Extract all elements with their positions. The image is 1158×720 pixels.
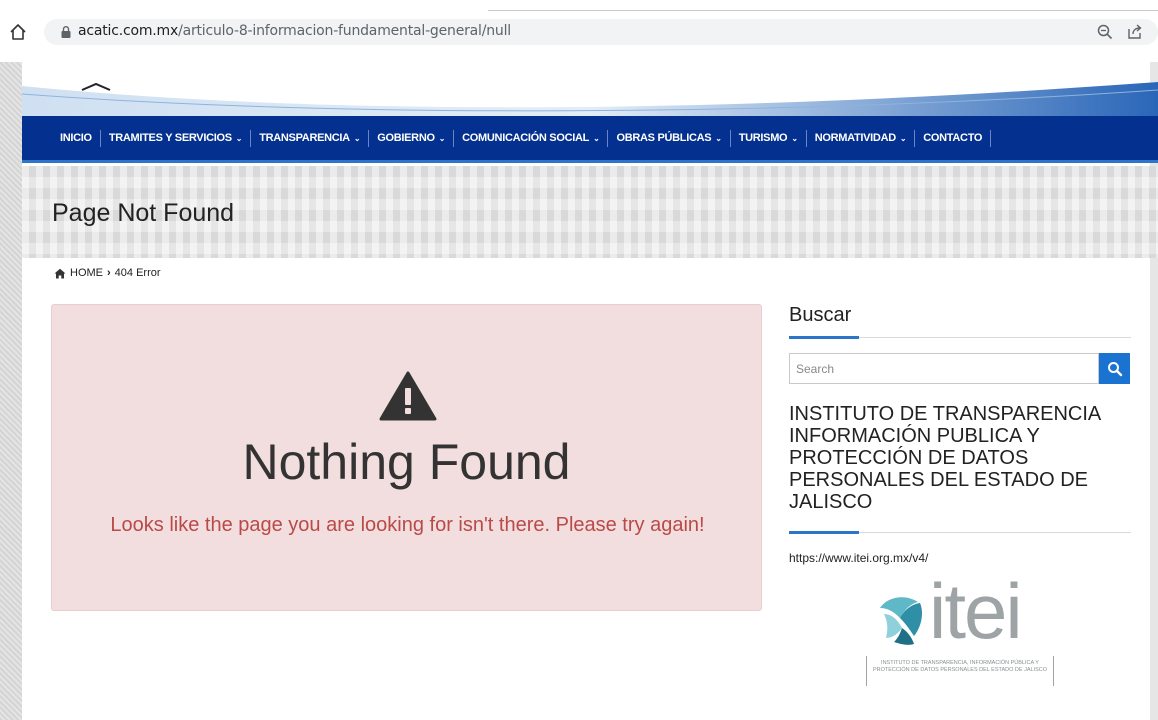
itei-logo-word: itei (929, 567, 1023, 655)
browser-chrome: acatic.com.mx/articulo-8-informacion-fun… (0, 0, 1158, 62)
itei-logo-caption: INSTITUTO DE TRANSPARENCIA, INFORMACIÓN … (866, 656, 1054, 686)
page-title: Page Not Found (52, 199, 235, 227)
itei-logo-mark (880, 597, 922, 645)
nav-item-label: GOBIERNO (377, 132, 435, 144)
nav-item-label: OBRAS PÚBLICAS (616, 132, 712, 144)
nav-item-tramites-y-servicios[interactable]: TRAMITES Y SERVICIOS ⌄ (101, 129, 252, 147)
warning-icon (379, 371, 437, 421)
chevron-down-icon: ⌄ (899, 133, 907, 143)
page-side-pattern (0, 62, 22, 720)
nav-item-comunicación-social[interactable]: COMUNICACIÓN SOCIAL ⌄ (454, 129, 609, 147)
search-title-accent (789, 336, 859, 339)
error-message: Looks like the page you are looking for … (110, 514, 705, 536)
chevron-down-icon: ⌄ (791, 133, 798, 143)
institute-title: INSTITUTO DE TRANSPARENCIA INFORMACIÓN P… (789, 403, 1101, 513)
header-wave-banner (22, 82, 1158, 118)
share-icon[interactable] (1126, 23, 1144, 41)
nav-item-label: CONTACTO (923, 132, 983, 144)
home-icon[interactable] (54, 268, 66, 279)
zoom-icon[interactable] (1096, 23, 1114, 41)
search-icon (1107, 361, 1122, 376)
breadcrumb-separator-icon: › (107, 267, 111, 279)
search-widget-title: Buscar (789, 304, 852, 326)
main-nav: INICIO TRAMITES Y SERVICIOS ⌄ TRANSPARENCIA… (22, 116, 1158, 163)
breadcrumb-current: 404 Error (114, 267, 161, 279)
nav-item-transparencia[interactable]: TRANSPARENCIA ⌄ (251, 129, 370, 147)
chevron-down-icon: ⌄ (235, 133, 243, 143)
nav-item-label: TRAMITES Y SERVICIOS (108, 132, 232, 144)
url-path: /articulo-8-informacion-fundamental-gene… (178, 23, 511, 39)
chrome-divider (488, 10, 1158, 11)
nav-item-normatividad[interactable]: NORMATIVIDAD ⌄ (807, 129, 916, 147)
nav-item-label: TURISMO (738, 132, 788, 144)
institute-url[interactable]: https://www.itei.org.mx/v4/ (789, 551, 928, 565)
breadcrumb: HOME › 404 Error (54, 267, 161, 279)
nav-item-label: COMUNICACIÓN SOCIAL (462, 132, 590, 144)
breadcrumb-home-link[interactable]: HOME (70, 267, 103, 279)
nav-item-contacto[interactable]: CONTACTO (915, 129, 992, 147)
lock-icon[interactable] (60, 25, 72, 39)
nav-item-turismo[interactable]: TURISMO ⌄ (731, 129, 807, 147)
address-bar[interactable]: acatic.com.mx/articulo-8-informacion-fun… (44, 19, 1158, 45)
error-heading: Nothing Found (242, 434, 571, 490)
search-button[interactable] (1099, 353, 1130, 384)
nav-item-label: TRANSPARENCIA (259, 132, 350, 144)
title-band: Page Not Found (22, 166, 1158, 258)
chevron-down-icon: ⌄ (715, 133, 722, 143)
nav-item-gobierno[interactable]: GOBIERNO ⌄ (369, 129, 455, 147)
url-host: acatic.com.mx (78, 23, 179, 39)
home-icon[interactable] (8, 22, 28, 42)
nav-item-label: NORMATIVIDAD (814, 132, 896, 144)
chevron-down-icon: ⌄ (593, 133, 600, 143)
url-text[interactable]: acatic.com.mx/articulo-8-informacion-fun… (78, 23, 511, 39)
institute-title-accent (789, 531, 859, 534)
nav-item-label: INICIO (60, 132, 92, 144)
nav-item-obras-públicas[interactable]: OBRAS PÚBLICAS ⌄ (608, 129, 731, 147)
nav-item-inicio[interactable]: INICIO (52, 129, 101, 147)
chevron-down-icon: ⌄ (353, 133, 361, 143)
error-panel: Nothing Found Looks like the page you ar… (51, 304, 762, 611)
search-input[interactable] (789, 353, 1099, 384)
itei-logo[interactable]: itei INSTITUTO DE TRANSPARENCIA, INFORMA… (862, 572, 1058, 690)
chevron-down-icon: ⌄ (438, 133, 446, 143)
